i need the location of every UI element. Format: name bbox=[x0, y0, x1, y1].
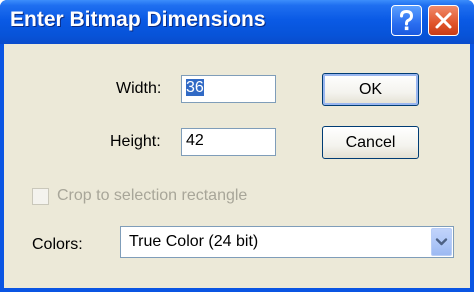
width-input[interactable]: 36 bbox=[181, 75, 276, 103]
cancel-button[interactable]: Cancel bbox=[322, 126, 419, 159]
dialog-body: Width: 36 Height: 42 OK Cancel Crop to s… bbox=[4, 44, 470, 288]
help-button[interactable] bbox=[391, 5, 422, 36]
colors-label: Colors: bbox=[32, 236, 83, 253]
close-button[interactable] bbox=[428, 5, 459, 36]
width-label: Width: bbox=[116, 80, 162, 97]
dialog-title: Enter Bitmap Dimensions bbox=[10, 8, 266, 31]
height-value: 42 bbox=[186, 132, 204, 149]
colors-dropdown[interactable]: True Color (24 bit) bbox=[120, 226, 454, 258]
colors-dropdown-button[interactable] bbox=[431, 228, 452, 256]
ok-button-label: OK bbox=[358, 81, 383, 98]
crop-checkbox[interactable] bbox=[32, 188, 49, 205]
ok-button[interactable]: OK bbox=[322, 73, 419, 106]
title-bar[interactable]: Enter Bitmap Dimensions bbox=[0, 0, 474, 44]
cancel-button-label: Cancel bbox=[345, 134, 396, 151]
help-question-icon bbox=[400, 9, 414, 31]
dialog-window: Enter Bitmap Dimensions Width: 36 Height… bbox=[0, 0, 474, 292]
height-input[interactable]: 42 bbox=[181, 128, 276, 156]
colors-selected-value: True Color (24 bit) bbox=[129, 233, 259, 250]
crop-label: Crop to selection rectangle bbox=[57, 187, 248, 204]
chevron-down-icon bbox=[435, 238, 448, 246]
width-value: 36 bbox=[186, 79, 204, 96]
height-label: Height: bbox=[110, 133, 161, 150]
close-x-icon bbox=[435, 12, 452, 29]
